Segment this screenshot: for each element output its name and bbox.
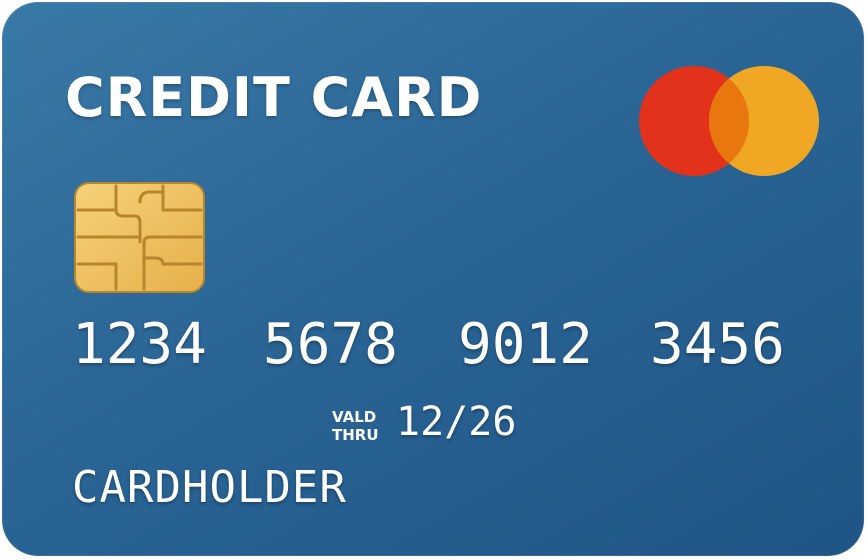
card-number-group-2: 5678: [263, 312, 398, 377]
valid-thru-line-2: THRU: [332, 426, 379, 444]
expiry-date: 12/26: [396, 399, 517, 445]
card-network-logo-icon: [639, 66, 819, 176]
emv-chip-icon: [74, 182, 205, 293]
card-number-group-4: 3456: [650, 312, 785, 377]
card-number-group-3: 9012: [458, 312, 593, 377]
valid-thru-line-1: VALD: [332, 408, 377, 426]
valid-thru-label: VALD THRU: [332, 408, 379, 444]
card-number-group-1: 1234: [72, 312, 207, 377]
credit-card: CREDIT CARD 1234 5678 9012 3456 VALD THR…: [2, 2, 864, 556]
card-title: CREDIT CARD: [65, 66, 483, 129]
cardholder-name: CARDHOLDER: [72, 462, 347, 513]
